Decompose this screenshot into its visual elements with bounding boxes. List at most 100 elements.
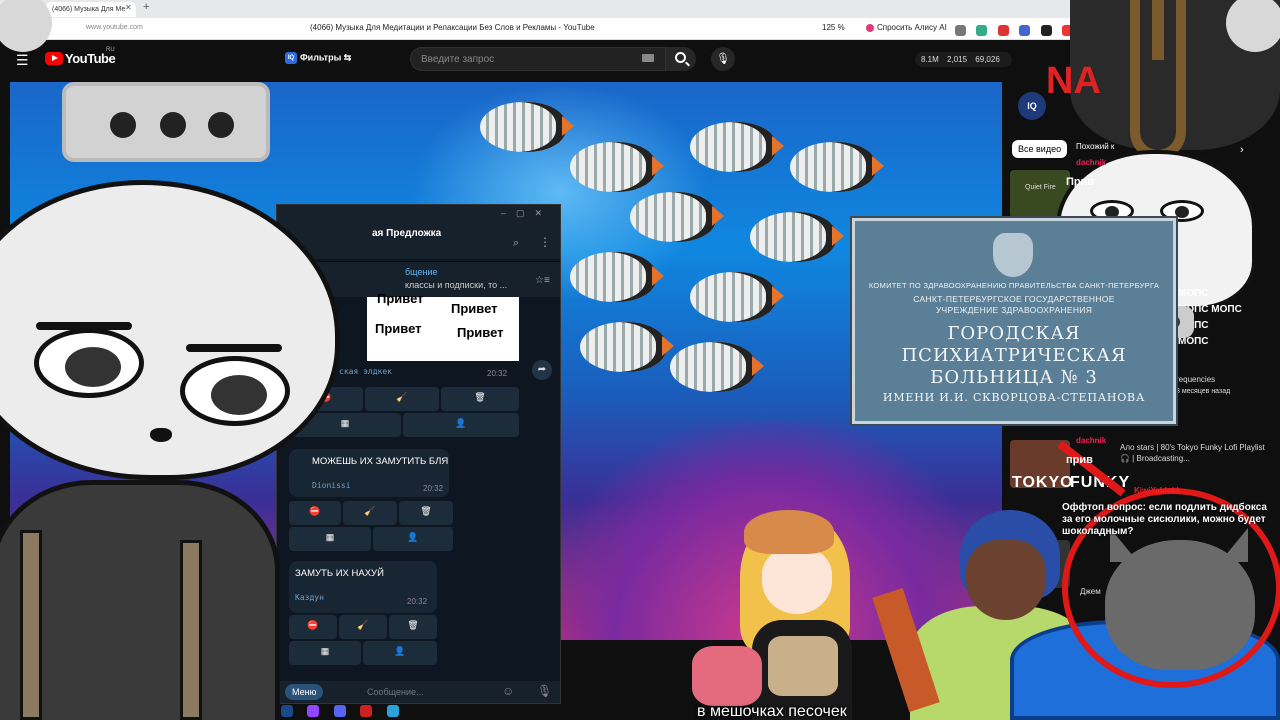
message-time: 20:32 — [423, 484, 444, 493]
cat-pupil — [211, 375, 267, 415]
subtitle: в мешочках песочек — [697, 703, 847, 720]
fish — [580, 322, 674, 372]
chip-all-videos[interactable]: Все видео — [1012, 140, 1068, 158]
close-tab-icon[interactable]: ✕ — [125, 3, 132, 12]
url-field[interactable]: www.youtube.com — [86, 24, 143, 31]
youtube-logo-text[interactable]: YouTube — [65, 51, 116, 66]
search-input[interactable]: Введите запрос — [410, 47, 666, 71]
bot-button[interactable]: ▦ — [289, 527, 371, 551]
app-icon[interactable] — [360, 705, 373, 717]
window-titlebar: –▢✕ — [277, 205, 560, 223]
zoom-level[interactable]: 125 % — [822, 23, 845, 32]
shield-icon[interactable] — [997, 25, 1009, 36]
menu-button[interactable]: Меню — [285, 684, 324, 700]
extension-icon[interactable] — [1019, 25, 1031, 36]
bot-button[interactable]: 👤 — [373, 527, 453, 551]
sign-heading: БОЛЬНИЦА № 3 — [930, 367, 1098, 388]
more-icon[interactable]: ⋮ — [539, 235, 551, 249]
viewers-count: 2,015 — [947, 55, 968, 64]
hospital-sign: КОМИТЕТ ПО ЗДРАВООХРАНЕНИЮ ПРАВИТЕЛЬСТВА… — [852, 218, 1176, 424]
chip-similar[interactable]: Похожий к — [1076, 142, 1114, 151]
sticker[interactable]: Привет Привет Привет Привет — [367, 291, 519, 361]
bot-button[interactable]: ⛔ — [289, 615, 337, 639]
chevron-right-icon[interactable]: › — [1240, 144, 1244, 156]
fish — [670, 342, 764, 392]
filters-button[interactable]: IQ Фильтры ⇆ — [285, 52, 351, 64]
bot-button[interactable]: 👤 — [403, 413, 519, 437]
sticker-word: Привет — [377, 291, 424, 306]
ghost-pupil — [1105, 206, 1119, 218]
page-title: (4066) Музыка Для Медитации и Релаксации… — [310, 23, 595, 32]
neon-text: NA — [1046, 60, 1101, 102]
fish — [690, 122, 784, 172]
chat-username: KiwiYablokk — [1134, 486, 1181, 495]
bot-button[interactable]: 🗑 — [399, 501, 453, 525]
youtube-logo-icon[interactable] — [45, 52, 63, 65]
sign-line: КОМИТЕТ ПО ЗДРАВООХРАНЕНИЮ ПРАВИТЕЛЬСТВА… — [868, 281, 1160, 290]
sticker-word: Привет — [375, 321, 422, 336]
new-tab-icon[interactable]: + — [143, 1, 149, 13]
sign-heading: ГОРОДСКАЯ — [947, 323, 1081, 344]
message-bubble: ЗАМУТЬ ИХ НАХУЙ Каздун 20:32 — [289, 561, 437, 613]
microphone-icon[interactable]: 🎙 — [537, 684, 552, 698]
search-button[interactable] — [666, 47, 696, 71]
message-input[interactable]: Сообщение... — [367, 687, 423, 697]
window-controls[interactable]: –▢✕ — [501, 208, 552, 219]
likes-count: 69,026 — [975, 55, 1000, 64]
telegram-icon[interactable] — [386, 705, 399, 717]
tab-title: (4066) Музыка Для Ме — [52, 6, 126, 13]
bot-button[interactable]: 🧹 — [339, 615, 387, 639]
chat-title[interactable]: ая Предложка — [372, 228, 441, 239]
alice-label: Спросить Алису AI — [877, 23, 947, 32]
ghost-pupil — [1175, 206, 1189, 218]
search-icon[interactable]: ⌕ — [513, 237, 519, 250]
chat-spam-line: МОПС — [1178, 288, 1209, 299]
message-text: МОЖЕШЬ ИХ ЗАМУТИТЬ БЛЯ — [312, 456, 449, 467]
extension-icon[interactable] — [976, 25, 988, 36]
bot-button[interactable]: 🧹 — [365, 387, 439, 411]
vtuber-face — [966, 540, 1046, 620]
twitch-icon[interactable] — [307, 705, 320, 717]
browser-tab[interactable]: (4066) Музыка Для Ме — [46, 2, 136, 17]
video-stats: 8.1M 2,015 69,026 — [915, 52, 1012, 67]
message-author[interactable]: Каздун — [295, 593, 324, 602]
fish — [480, 102, 574, 152]
censored-blob — [692, 646, 762, 706]
bot-button[interactable]: 👤 — [363, 641, 437, 665]
cat-pupil — [65, 347, 121, 387]
message-bubble: МОЖЕШЬ ИХ ЗАМУТИТЬ БЛЯ Dionissi 20:32 — [289, 449, 449, 497]
vtuber-hat — [744, 510, 834, 554]
fish — [630, 192, 724, 242]
extension-icon[interactable] — [1040, 25, 1052, 36]
sign-line: САНКТ-ПЕТЕРБУРГСКОЕ ГОСУДАРСТВЕННОЕ — [913, 294, 1115, 304]
alice-button[interactable]: Спросить Алису AI — [862, 22, 951, 33]
rec-title[interactable]: Ало stars | 80's Tokyo Funky Lofi Playli… — [1120, 442, 1270, 464]
message-time: 20:32 — [487, 369, 508, 378]
sand-bag — [768, 636, 838, 696]
iq-avatar[interactable]: IQ — [1018, 92, 1046, 120]
steam-icon[interactable] — [281, 705, 293, 717]
forward-icon[interactable]: ➦ — [532, 360, 552, 380]
bot-button[interactable]: 🧹 — [343, 501, 397, 525]
pin-list-icon[interactable]: ☆≡ — [535, 275, 550, 286]
message-author[interactable]: Dionissi — [312, 481, 351, 490]
bot-button[interactable]: ⛔ — [289, 501, 341, 525]
vtuber-face — [762, 548, 832, 614]
iq-avatar-label: IQ — [1027, 101, 1037, 111]
bot-button[interactable]: 🗑 — [441, 387, 519, 411]
message-author[interactable]: ская элдкек — [339, 367, 392, 376]
bot-button[interactable]: ▦ — [289, 641, 361, 665]
extension-icon[interactable] — [955, 25, 966, 36]
typing-dot — [208, 112, 234, 138]
cat-eye — [34, 328, 144, 398]
discord-icon[interactable] — [333, 705, 346, 717]
keyboard-icon[interactable] — [642, 54, 654, 62]
fish — [570, 252, 664, 302]
region-label: RU — [106, 47, 115, 53]
emoji-icon[interactable]: ☺ — [502, 684, 514, 698]
voice-search-icon[interactable]: 🎙 — [711, 47, 735, 71]
chat-username: dachnik — [1076, 436, 1107, 445]
hamburger-menu-icon[interactable]: ☰ — [16, 52, 29, 69]
bot-button[interactable]: 🗑 — [389, 615, 437, 639]
rec-channel: Quiet Fire — [1025, 184, 1056, 191]
